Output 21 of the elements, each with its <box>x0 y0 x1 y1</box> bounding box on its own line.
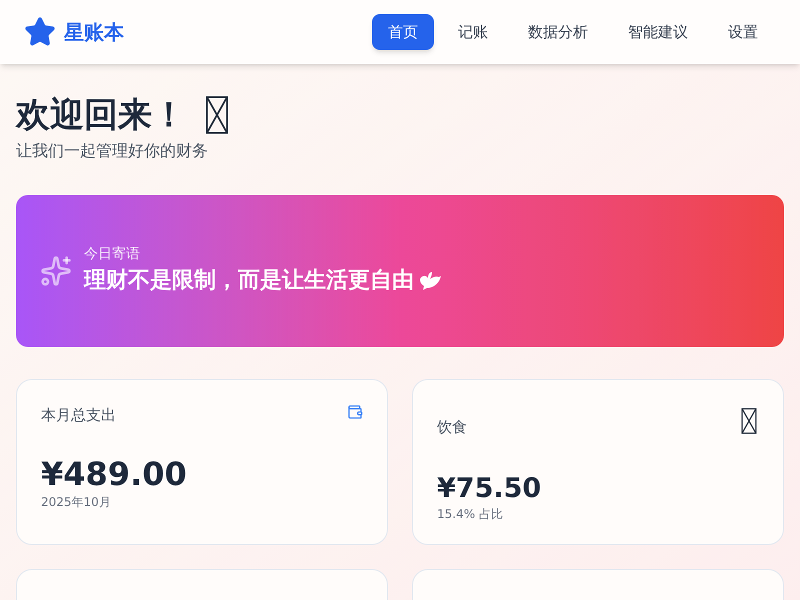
stat-amount: ¥75.50 <box>437 472 542 506</box>
welcome-title: 欢迎回来！ <box>16 94 186 136</box>
nav-tab[interactable]: 数据分析 <box>512 14 604 50</box>
bird-icon <box>418 270 442 290</box>
stat-note: 15.4% 占比 <box>437 506 504 522</box>
welcome-subtitle: 让我们一起管理好你的财务 <box>16 140 209 162</box>
missing-glyph-icon <box>739 408 759 434</box>
star-logo-icon <box>24 16 56 48</box>
nav-tab[interactable]: 智能建议 <box>612 14 704 50</box>
stat-label: 饮食 <box>437 416 467 438</box>
nav-tab[interactable]: 设置 <box>712 14 774 50</box>
stat-amount: ¥489.00 <box>41 454 188 494</box>
quote-text: 理财不是限制，而是让生活更自由 <box>84 267 414 295</box>
brand-name: 星账本 <box>64 19 124 46</box>
nav-tab[interactable]: 首页 <box>372 14 434 50</box>
stat-label: 本月总支出 <box>41 404 116 426</box>
nav-tab[interactable]: 记账 <box>442 14 504 50</box>
stat-note: 2025年10月 <box>41 494 112 510</box>
quote-label: 今日寄语 <box>84 245 141 264</box>
wallet-icon <box>347 404 363 420</box>
sparkles-icon <box>40 254 72 286</box>
